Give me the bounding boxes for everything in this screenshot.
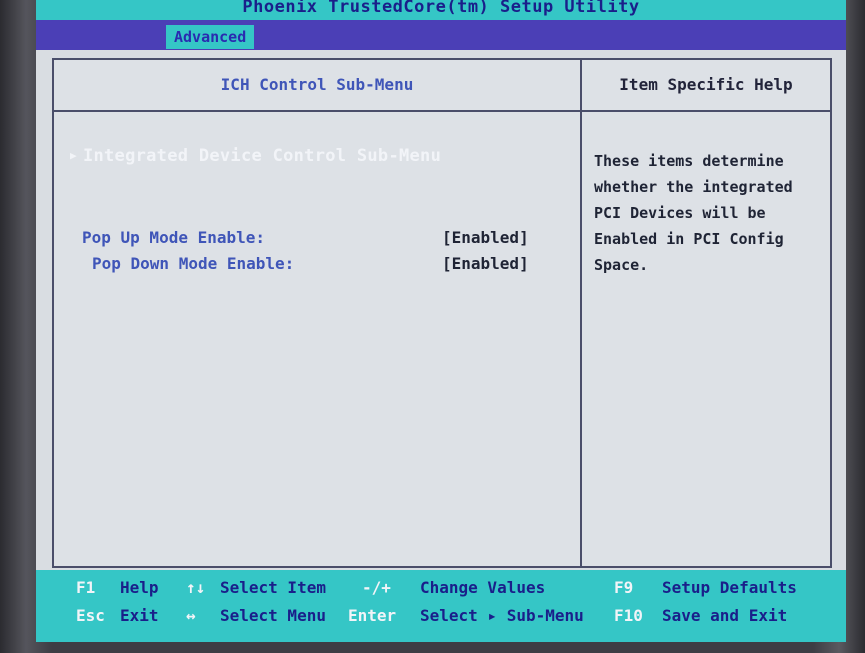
help-title: Item Specific Help (619, 75, 793, 94)
key-f10: F10 (614, 606, 643, 625)
panel-divider-vertical (580, 60, 582, 566)
bios-screen: Phoenix TrustedCore(tm) Setup Utility Ad… (36, 0, 846, 642)
submenu-item-label: Integrated Device Control Sub-Menu (82, 146, 442, 166)
key-esc: Esc (76, 606, 105, 625)
key-f9-label: Setup Defaults (662, 578, 797, 597)
submenu-arrow-icon: ▶ (70, 149, 77, 162)
key-esc-label: Exit (120, 606, 159, 625)
title-bar: Phoenix TrustedCore(tm) Setup Utility (36, 0, 846, 20)
key-minus-plus-label: Change Values (420, 578, 546, 597)
help-text: These items determine whether the integr… (594, 148, 822, 278)
key-legend-footer: F1 Help ↑↓ Select Item -/+ Change Values… (36, 570, 846, 642)
key-left-right-label: Select Menu (220, 606, 326, 625)
main-panel: ICH Control Sub-Menu Item Specific Help … (52, 58, 832, 568)
help-line: whether the integrated (594, 178, 793, 196)
help-line: Enabled in PCI Config (594, 230, 784, 248)
key-left-right-icon: ↔ (186, 606, 196, 625)
setting-pop-up-mode-value[interactable]: [Enabled] (442, 228, 529, 247)
panel-divider-horizontal (54, 110, 830, 112)
integrated-device-control-item[interactable]: ▶ Integrated Device Control Sub-Menu (70, 146, 441, 166)
key-enter: Enter (348, 606, 397, 625)
key-up-down-label: Select Item (220, 578, 326, 597)
key-legend-row: Esc Exit ↔ Select Menu Enter Select ▸ Su… (36, 606, 846, 632)
tab-advanced[interactable]: Advanced (166, 25, 255, 49)
help-line: Space. (594, 256, 649, 274)
submenu-title: ICH Control Sub-Menu (220, 75, 414, 94)
key-up-down-icon: ↑↓ (186, 578, 206, 597)
setting-pop-up-mode-label: Pop Up Mode Enable: (82, 228, 266, 247)
key-f10-label: Save and Exit (662, 606, 788, 625)
menu-bar: Advanced (36, 20, 846, 50)
help-line: PCI Devices will be (594, 204, 766, 222)
key-f1-label: Help (120, 578, 159, 597)
help-line: These items determine (594, 152, 784, 170)
key-legend-row: F1 Help ↑↓ Select Item -/+ Change Values… (36, 578, 846, 604)
setting-pop-down-mode-value[interactable]: [Enabled] (442, 254, 529, 273)
utility-title: Phoenix TrustedCore(tm) Setup Utility (242, 0, 640, 17)
setting-pop-down-mode-label: Pop Down Mode Enable: (92, 254, 295, 273)
key-enter-label: Select ▸ Sub-Menu (420, 606, 584, 625)
key-f9: F9 (614, 578, 634, 597)
key-minus-plus: -/+ (362, 578, 391, 597)
key-f1: F1 (76, 578, 96, 597)
